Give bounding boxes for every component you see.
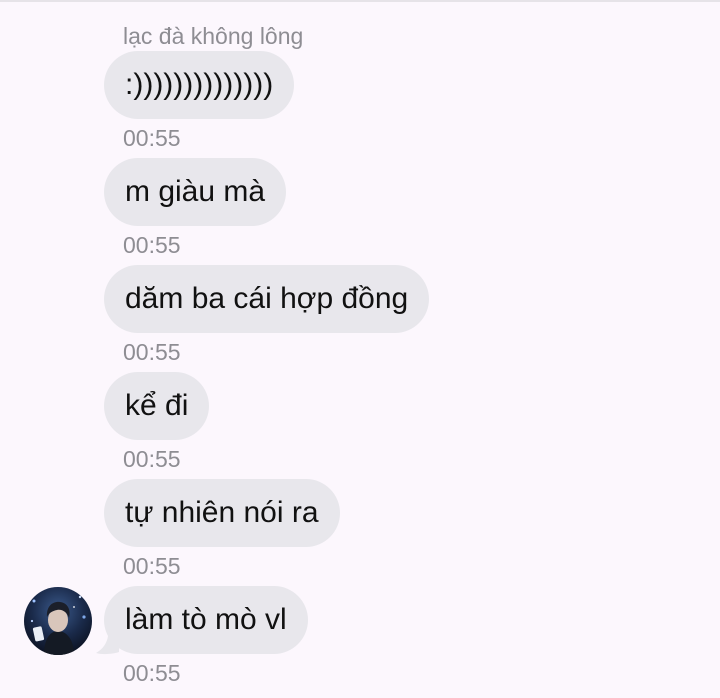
message-time-3: 00:55 xyxy=(123,339,181,365)
message-time-5: 00:55 xyxy=(123,553,181,579)
message-time-2: 00:55 xyxy=(123,232,181,258)
message-bubble-6[interactable]: làm tò mò vl xyxy=(104,586,308,654)
message-bubble-1[interactable]: :)))))))))))))) xyxy=(104,51,295,119)
message-bubble-2[interactable]: m giàu mà xyxy=(104,158,287,226)
message-bubble-5[interactable]: tự nhiên nói ra xyxy=(104,479,340,547)
message-time-6: 00:55 xyxy=(123,660,181,686)
message-bubble-3[interactable]: dăm ba cái hợp đồng xyxy=(104,265,430,333)
message-time-1: 00:55 xyxy=(123,125,181,151)
header-divider xyxy=(0,0,720,2)
message-bubble-4[interactable]: kể đi xyxy=(104,372,210,440)
avatar-photo-icon xyxy=(24,587,92,655)
sender-name: lạc đà không lông xyxy=(123,23,304,49)
sender-avatar[interactable] xyxy=(24,587,92,655)
message-time-4: 00:55 xyxy=(123,446,181,472)
